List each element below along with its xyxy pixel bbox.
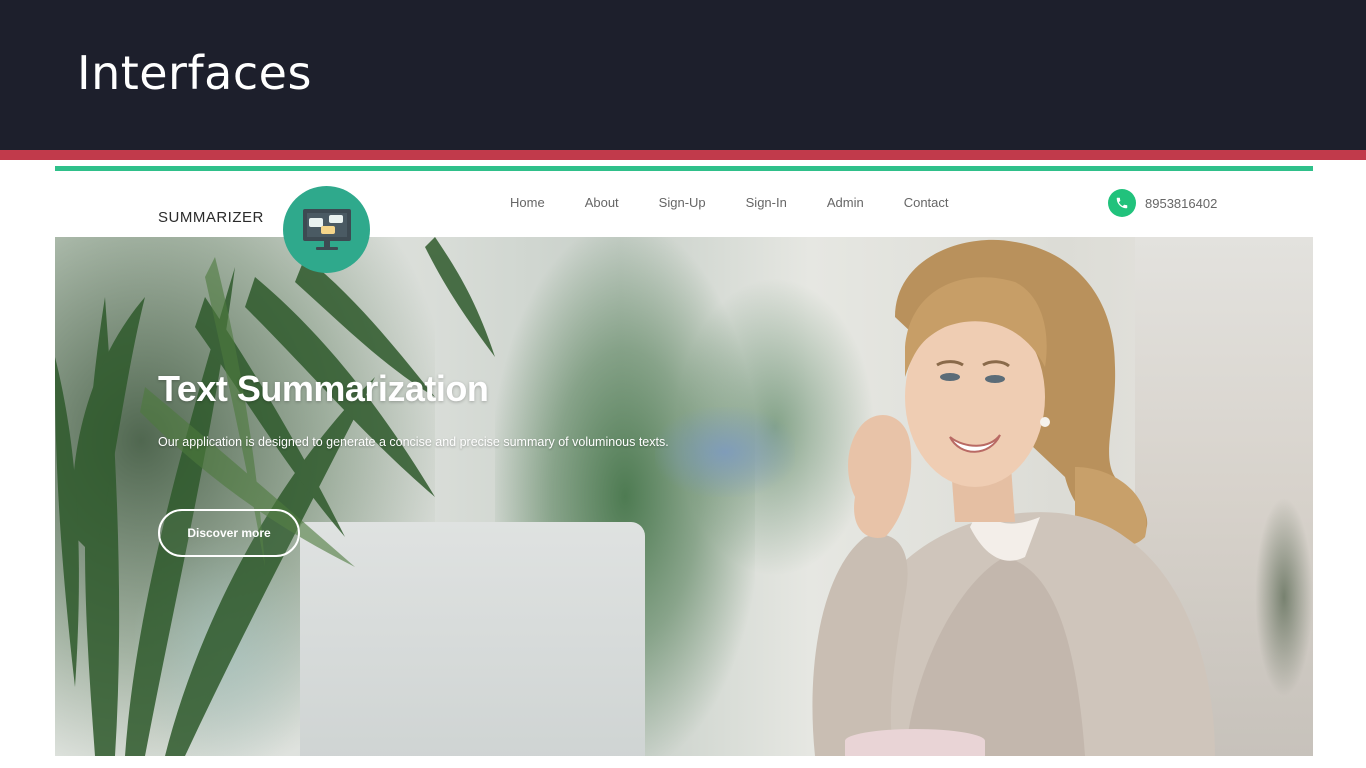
phone-number: 8953816402	[1145, 195, 1218, 211]
nav-link-about[interactable]: About	[585, 195, 619, 210]
palm-leaves-image	[55, 237, 495, 756]
hero-title: Text Summarization	[158, 368, 489, 409]
nav-link-sign-up[interactable]: Sign-Up	[659, 195, 706, 210]
nav-link-contact[interactable]: Contact	[904, 195, 949, 210]
discover-more-button[interactable]: Discover more	[158, 509, 300, 557]
nav-menu: Home About Sign-Up Sign-In Admin Contact	[510, 195, 989, 210]
slide-title: Interfaces	[77, 46, 312, 100]
nav-link-admin[interactable]: Admin	[827, 195, 864, 210]
slide-header: Interfaces	[0, 0, 1366, 150]
phone-icon	[1108, 189, 1136, 217]
nav-link-sign-in[interactable]: Sign-In	[746, 195, 787, 210]
site-navbar: SUMMARIZER Home About Sign-Up Sign-In Ad…	[55, 171, 1313, 237]
brand-name[interactable]: SUMMARIZER	[158, 209, 264, 226]
hero-description: Our application is designed to generate …	[158, 435, 669, 449]
chat-monitor-icon[interactable]	[283, 186, 370, 273]
hero-banner: Text Summarization Our application is de…	[55, 237, 1313, 756]
phone-contact[interactable]: 8953816402	[1108, 189, 1217, 217]
slide-accent-bar	[0, 150, 1366, 160]
coffee-cup-image	[845, 729, 985, 756]
website-screenshot: SUMMARIZER Home About Sign-Up Sign-In Ad…	[55, 166, 1313, 756]
nav-link-home[interactable]: Home	[510, 195, 545, 210]
woman-portrait-image	[812, 239, 1215, 756]
